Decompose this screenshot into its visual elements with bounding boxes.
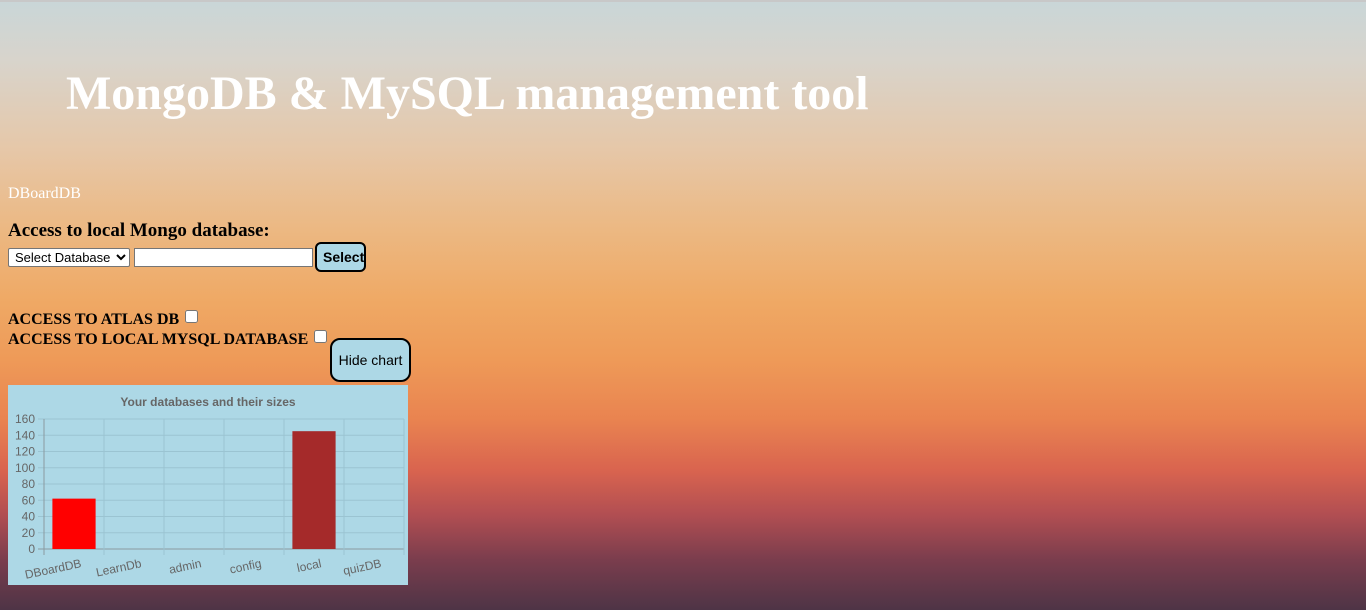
mongo-access-label: Access to local Mongo database: xyxy=(8,220,270,241)
atlas-access-checkbox[interactable] xyxy=(185,310,199,323)
mysql-access-label: ACCESS TO LOCAL MYSQL DATABASE xyxy=(8,331,309,348)
y-tick-label: 120 xyxy=(15,445,35,459)
x-tick-label: LearnDb xyxy=(95,556,143,579)
chart-svg: Your databases and their sizes 0 20 40 60 80… xyxy=(15,395,405,582)
y-tick-label: 160 xyxy=(15,412,35,426)
bar-local xyxy=(292,431,336,549)
x-tick-label: local xyxy=(296,556,323,575)
chart-title: Your databases and their sizes xyxy=(120,395,295,409)
y-tick-label: 20 xyxy=(22,526,36,540)
select-button[interactable]: Select xyxy=(315,242,366,272)
chart-bars xyxy=(52,431,336,549)
y-tick-label: 40 xyxy=(22,510,36,524)
y-tick-label: 0 xyxy=(28,542,35,556)
top-border xyxy=(0,0,1366,2)
y-tick-label: 60 xyxy=(22,493,36,507)
y-tick-label: 80 xyxy=(22,477,36,491)
database-select[interactable]: Select Database xyxy=(8,248,130,267)
x-tick-label: DBoardDB xyxy=(24,556,83,582)
y-tick-label: 140 xyxy=(15,428,35,442)
chart-y-axis: 0 20 40 60 80 100 120 140 160 xyxy=(15,412,35,556)
database-name-input[interactable] xyxy=(134,248,313,267)
page-title: MongoDB & MySQL management tool xyxy=(66,67,869,120)
database-size-chart: Your databases and their sizes 0 20 40 60 80… xyxy=(8,385,408,585)
bar-DBoardDB xyxy=(52,498,96,549)
hide-chart-button[interactable]: Hide chart xyxy=(330,338,411,382)
atlas-access-row: ACCESS TO ATLAS DB xyxy=(8,310,199,329)
mysql-access-row: ACCESS TO LOCAL MYSQL DATABASE xyxy=(8,330,328,349)
brand-link[interactable]: DBoardDB xyxy=(8,185,81,203)
chart-x-axis: DBoardDB LearnDb admin config local quizDB xyxy=(24,556,383,582)
x-tick-label: config xyxy=(228,556,262,576)
mysql-access-checkbox[interactable] xyxy=(314,330,328,343)
atlas-access-label: ACCESS TO ATLAS DB xyxy=(8,311,180,328)
x-tick-label: quizDB xyxy=(342,556,383,578)
y-tick-label: 100 xyxy=(15,461,35,475)
x-tick-label: admin xyxy=(168,556,203,576)
